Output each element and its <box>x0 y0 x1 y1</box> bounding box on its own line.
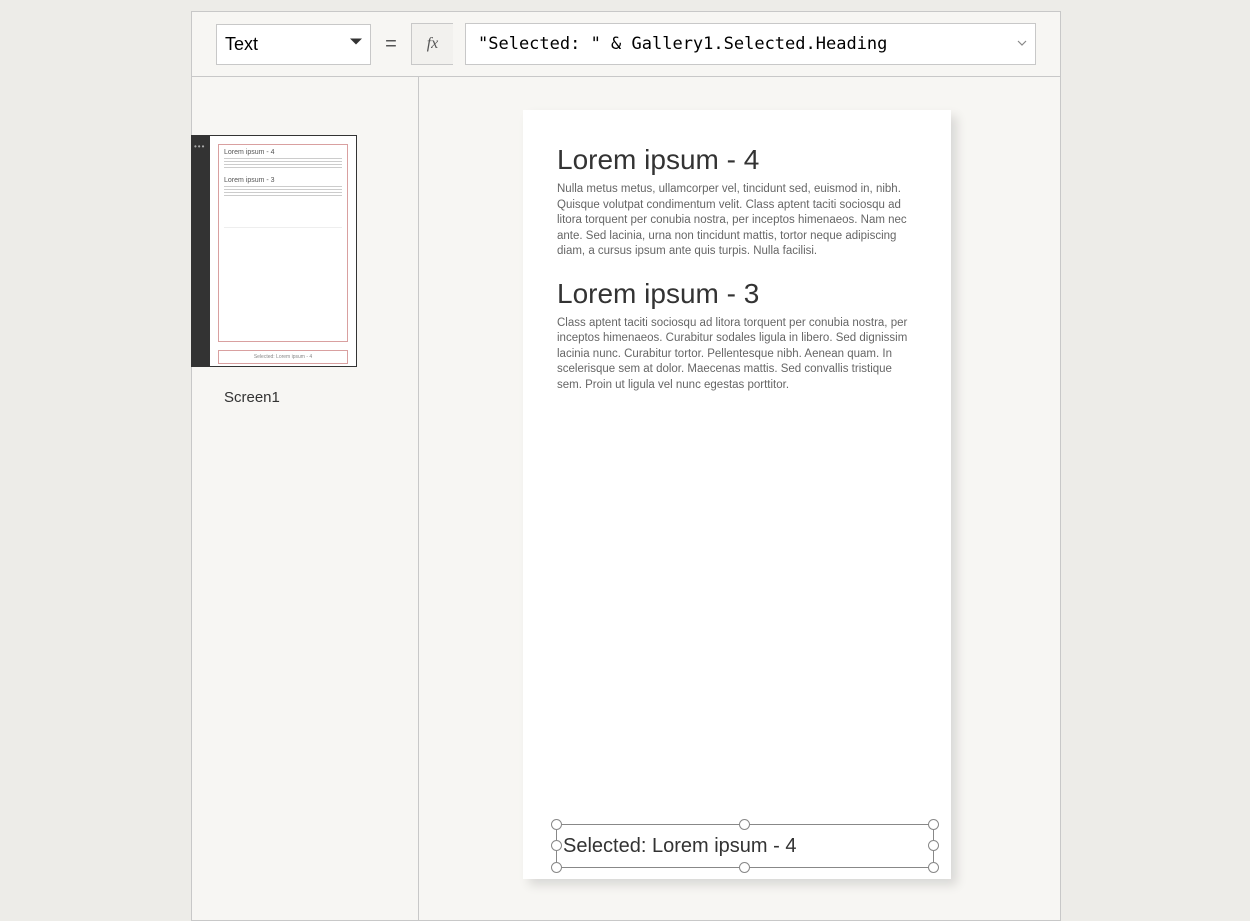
gallery-item-body: Class aptent taciti sociosqu ad litora t… <box>557 316 917 394</box>
property-dropdown[interactable]: Text <box>216 24 371 65</box>
resize-handle-icon[interactable] <box>551 840 562 851</box>
formula-input[interactable]: "Selected: " & Gallery1.Selected.Heading <box>465 23 1036 65</box>
gallery-item-body: Nulla metus metus, ullamcorper vel, tinc… <box>557 182 917 260</box>
resize-handle-icon[interactable] <box>739 862 750 873</box>
formula-text: "Selected: " & Gallery1.Selected.Heading <box>478 34 887 54</box>
resize-handle-icon[interactable] <box>551 819 562 830</box>
property-dropdown-value: Text <box>225 34 258 55</box>
thumbnail-gallery-outline: Lorem ipsum - 4 Lorem ipsum - 3 <box>218 144 348 342</box>
thumbnail-drag-strip[interactable] <box>192 136 210 366</box>
selected-label-text: Selected: Lorem ipsum - 4 <box>563 835 796 858</box>
chevron-down-icon <box>348 34 364 55</box>
gallery-item-heading: Lorem ipsum - 3 <box>557 278 917 310</box>
thumbnail-canvas: Lorem ipsum - 4 Lorem ipsum - 3 Selected… <box>210 136 356 366</box>
thumb-body-2 <box>224 186 342 198</box>
fx-icon[interactable]: fx <box>411 23 453 65</box>
screen-name-label[interactable]: Screen1 <box>224 389 280 406</box>
equals-label: = <box>383 33 399 56</box>
thumb-heading-1: Lorem ipsum - 4 <box>224 149 342 156</box>
expand-formula-icon[interactable] <box>1017 37 1027 51</box>
formula-bar: Text = fx "Selected: " & Gallery1.Select… <box>192 12 1060 77</box>
thumb-body-1 <box>224 158 342 170</box>
app-window: Text = fx "Selected: " & Gallery1.Select… <box>191 11 1061 921</box>
resize-handle-icon[interactable] <box>928 862 939 873</box>
screens-panel: Lorem ipsum - 4 Lorem ipsum - 3 Selected… <box>192 77 419 920</box>
resize-handle-icon[interactable] <box>928 840 939 851</box>
screen-thumbnail[interactable]: Lorem ipsum - 4 Lorem ipsum - 3 Selected… <box>191 135 357 367</box>
selected-label-control[interactable]: Selected: Lorem ipsum - 4 <box>556 824 934 868</box>
workspace: Lorem ipsum - 4 Lorem ipsum - 3 Selected… <box>192 77 1060 920</box>
gallery-item[interactable]: Lorem ipsum - 3 Class aptent taciti soci… <box>557 278 917 394</box>
resize-handle-icon[interactable] <box>551 862 562 873</box>
canvas-area[interactable]: Lorem ipsum - 4 Nulla metus metus, ullam… <box>419 77 1060 920</box>
resize-handle-icon[interactable] <box>928 819 939 830</box>
app-preview: Lorem ipsum - 4 Nulla metus metus, ullam… <box>523 110 951 879</box>
thumb-heading-2: Lorem ipsum - 3 <box>224 177 342 184</box>
gallery-item-heading: Lorem ipsum - 4 <box>557 144 917 176</box>
resize-handle-icon[interactable] <box>739 819 750 830</box>
thumb-selected-label: Selected: Lorem ipsum - 4 <box>218 350 348 364</box>
gallery-item[interactable]: Lorem ipsum - 4 Nulla metus metus, ullam… <box>557 144 917 260</box>
